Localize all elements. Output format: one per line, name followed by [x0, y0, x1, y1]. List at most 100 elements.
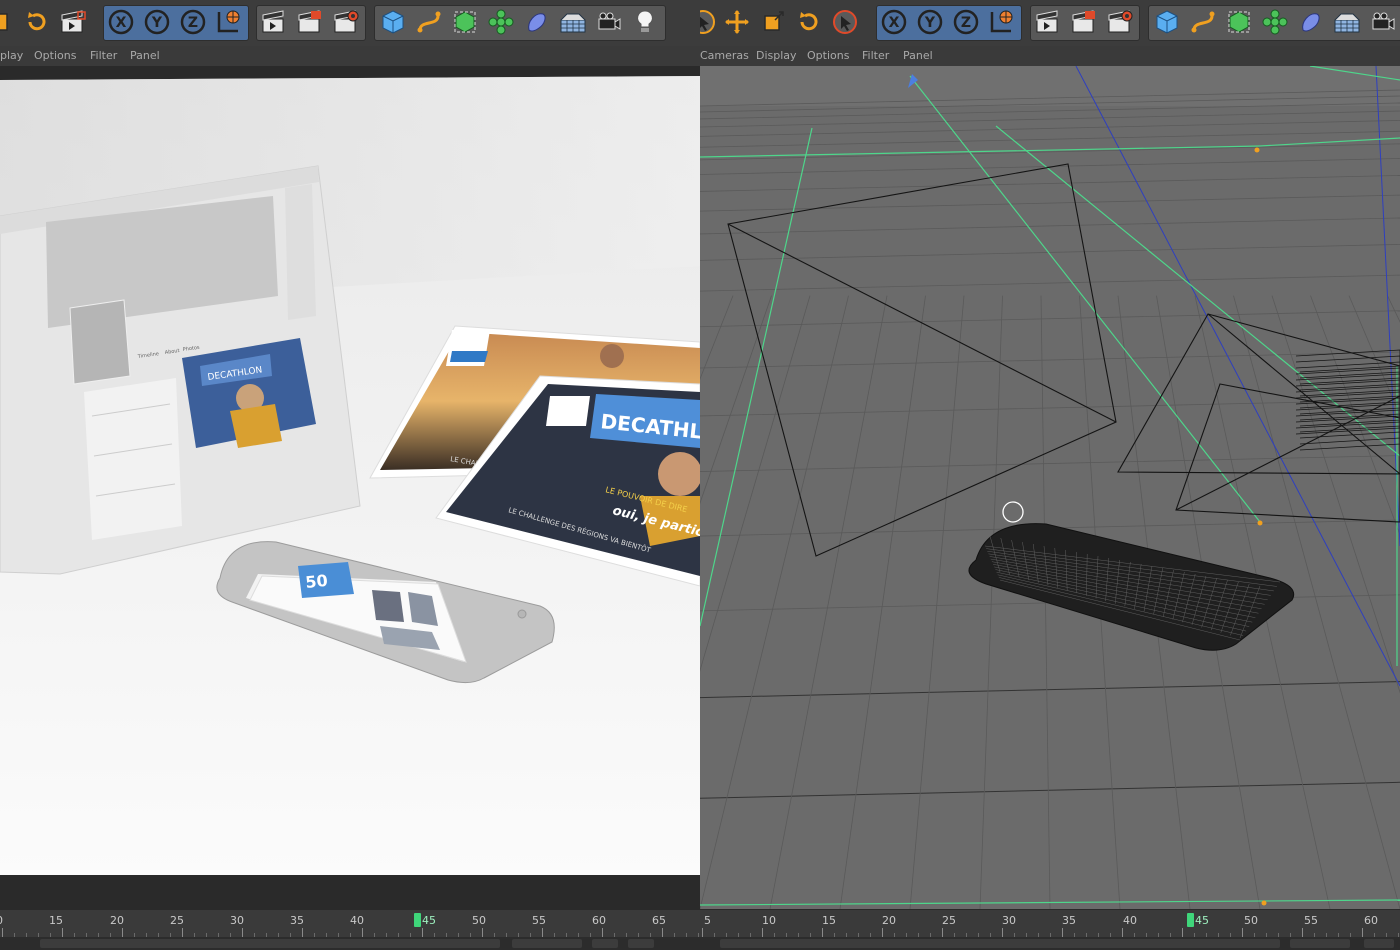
desktop-screen-mockup: DECATHLON Timeline About Photos: [0, 165, 361, 575]
viewport-menu-left: play Options Filter Panel: [0, 46, 700, 66]
frame-label: 40: [350, 914, 364, 927]
playhead-marker[interactable]: [1187, 913, 1194, 927]
menu-panel[interactable]: Panel: [903, 49, 933, 62]
spline-icon[interactable]: [414, 6, 444, 38]
x-axis-icon[interactable]: X: [106, 6, 136, 38]
y-axis-icon[interactable]: Y: [142, 6, 172, 38]
svg-text:Y: Y: [924, 15, 936, 31]
ruler-tick: [242, 928, 243, 937]
ruler-tick: [362, 928, 363, 937]
render-settings-icon[interactable]: [1105, 6, 1135, 38]
record-button[interactable]: [628, 939, 654, 948]
menu-display[interactable]: Display: [756, 49, 797, 62]
frame-range-field[interactable]: [720, 939, 1280, 948]
frame-ruler[interactable]: 0 15 20 25 30 35 40 50 55 60 65 45: [0, 909, 700, 938]
ruler-tick: [182, 928, 183, 937]
scene-floor-icon[interactable]: [1332, 6, 1362, 38]
scale-tool-icon[interactable]: [0, 6, 16, 38]
svg-text:X: X: [116, 15, 127, 31]
cube-primitive-icon[interactable]: [1152, 6, 1182, 38]
rotate-tool-icon[interactable]: [22, 6, 52, 38]
menu-options[interactable]: Options: [807, 49, 849, 62]
scale-tool-icon[interactable]: [758, 6, 788, 38]
cube-primitive-icon[interactable]: [378, 6, 408, 38]
array-icon[interactable]: [1260, 6, 1290, 38]
viewport-pane-right: X Y Z Cameras Display Options Filter Pan…: [700, 0, 1400, 950]
array-icon[interactable]: [486, 6, 516, 38]
timeline-right[interactable]: 5 10 15 20 25 30 35 40 50 55 60 45: [700, 909, 1400, 950]
ruler-tick: [62, 928, 63, 937]
deformer-icon[interactable]: [522, 6, 552, 38]
menu-cameras[interactable]: Cameras: [700, 49, 749, 62]
timeline-left[interactable]: 0 15 20 25 30 35 40 50 55 60 65 45: [0, 909, 700, 950]
deformer-icon[interactable]: [1296, 6, 1326, 38]
ruler-tick: [822, 928, 823, 937]
frame-label: 20: [110, 914, 124, 927]
frame-label: 60: [592, 914, 606, 927]
viewport-pane-left: X Y Z play Options Filter Panel DECATHLO…: [0, 0, 700, 950]
x-axis-icon[interactable]: X: [879, 6, 909, 38]
rendered-scene: DECATHLON Timeline About Photos LE CHALL…: [0, 66, 700, 909]
timeline-controls-right: [700, 937, 1400, 950]
frame-label: 15: [49, 914, 63, 927]
world-axis-icon[interactable]: [986, 6, 1016, 38]
frame-label: 0: [0, 914, 3, 927]
ruler-tick: [1002, 928, 1003, 937]
spline-icon[interactable]: [1188, 6, 1218, 38]
render-picture-icon[interactable]: [1069, 6, 1099, 38]
ruler-tick: [302, 928, 303, 937]
nurbs-icon[interactable]: [450, 6, 480, 38]
ruler-tick: [1062, 928, 1063, 937]
ruler-tick: [762, 928, 763, 937]
camera-point: [1257, 520, 1263, 526]
svg-text:Z: Z: [188, 15, 198, 31]
ruler-tick: [1302, 928, 1303, 937]
y-axis-icon[interactable]: Y: [915, 6, 945, 38]
menu-display[interactable]: play: [0, 49, 23, 62]
camera-icon[interactable]: [594, 6, 624, 38]
light-icon[interactable]: [630, 6, 660, 38]
render-settings-icon[interactable]: [331, 6, 361, 38]
frame-label: 25: [170, 914, 184, 927]
frame-label: 20: [882, 914, 896, 927]
rotate-tool-icon[interactable]: [794, 6, 824, 38]
goto-start-button[interactable]: [1364, 939, 1394, 948]
frame-label: 5: [704, 914, 711, 927]
playhead-marker[interactable]: [414, 913, 421, 927]
ruler-tick: [2, 928, 3, 937]
frame-ruler[interactable]: 5 10 15 20 25 30 35 40 50 55 60 45: [700, 909, 1400, 938]
render-view-icon[interactable]: [1033, 6, 1063, 38]
select-tool-icon[interactable]: [700, 6, 718, 38]
render-viewport[interactable]: DECATHLON Timeline About Photos LE CHALL…: [0, 66, 700, 909]
frame-label: 35: [1062, 914, 1076, 927]
render-view-icon[interactable]: [259, 6, 289, 38]
timeline-controls-left: [0, 937, 700, 950]
menu-filter[interactable]: Filter: [90, 49, 117, 62]
camera-point: [1254, 147, 1260, 153]
z-axis-icon[interactable]: Z: [178, 6, 208, 38]
menu-panel[interactable]: Panel: [130, 49, 160, 62]
render-picture-icon[interactable]: [295, 6, 325, 38]
z-axis-icon[interactable]: Z: [951, 6, 981, 38]
nurbs-icon[interactable]: [1224, 6, 1254, 38]
live-select-icon[interactable]: [830, 6, 860, 38]
fps-field[interactable]: [512, 939, 582, 948]
menu-options[interactable]: Options: [34, 49, 76, 62]
goto-start-button[interactable]: [592, 939, 618, 948]
perspective-viewport[interactable]: [700, 66, 1400, 909]
ruler-tick: [602, 928, 603, 937]
fps-field[interactable]: [1290, 939, 1350, 948]
ruler-tick: [1182, 928, 1183, 937]
frame-label: 50: [472, 914, 486, 927]
viewport-menu-right: Cameras Display Options Filter Panel: [700, 46, 1400, 66]
frame-label: 10: [762, 914, 776, 927]
frame-label: 55: [532, 914, 546, 927]
menu-filter[interactable]: Filter: [862, 49, 889, 62]
scene-floor-icon[interactable]: [558, 6, 588, 38]
camera-icon[interactable]: [1368, 6, 1398, 38]
world-axis-icon[interactable]: [213, 6, 243, 38]
clapper-icon[interactable]: [58, 6, 88, 38]
move-tool-icon[interactable]: [722, 6, 752, 38]
frame-label: 40: [1123, 914, 1137, 927]
frame-range-field[interactable]: [40, 939, 500, 948]
